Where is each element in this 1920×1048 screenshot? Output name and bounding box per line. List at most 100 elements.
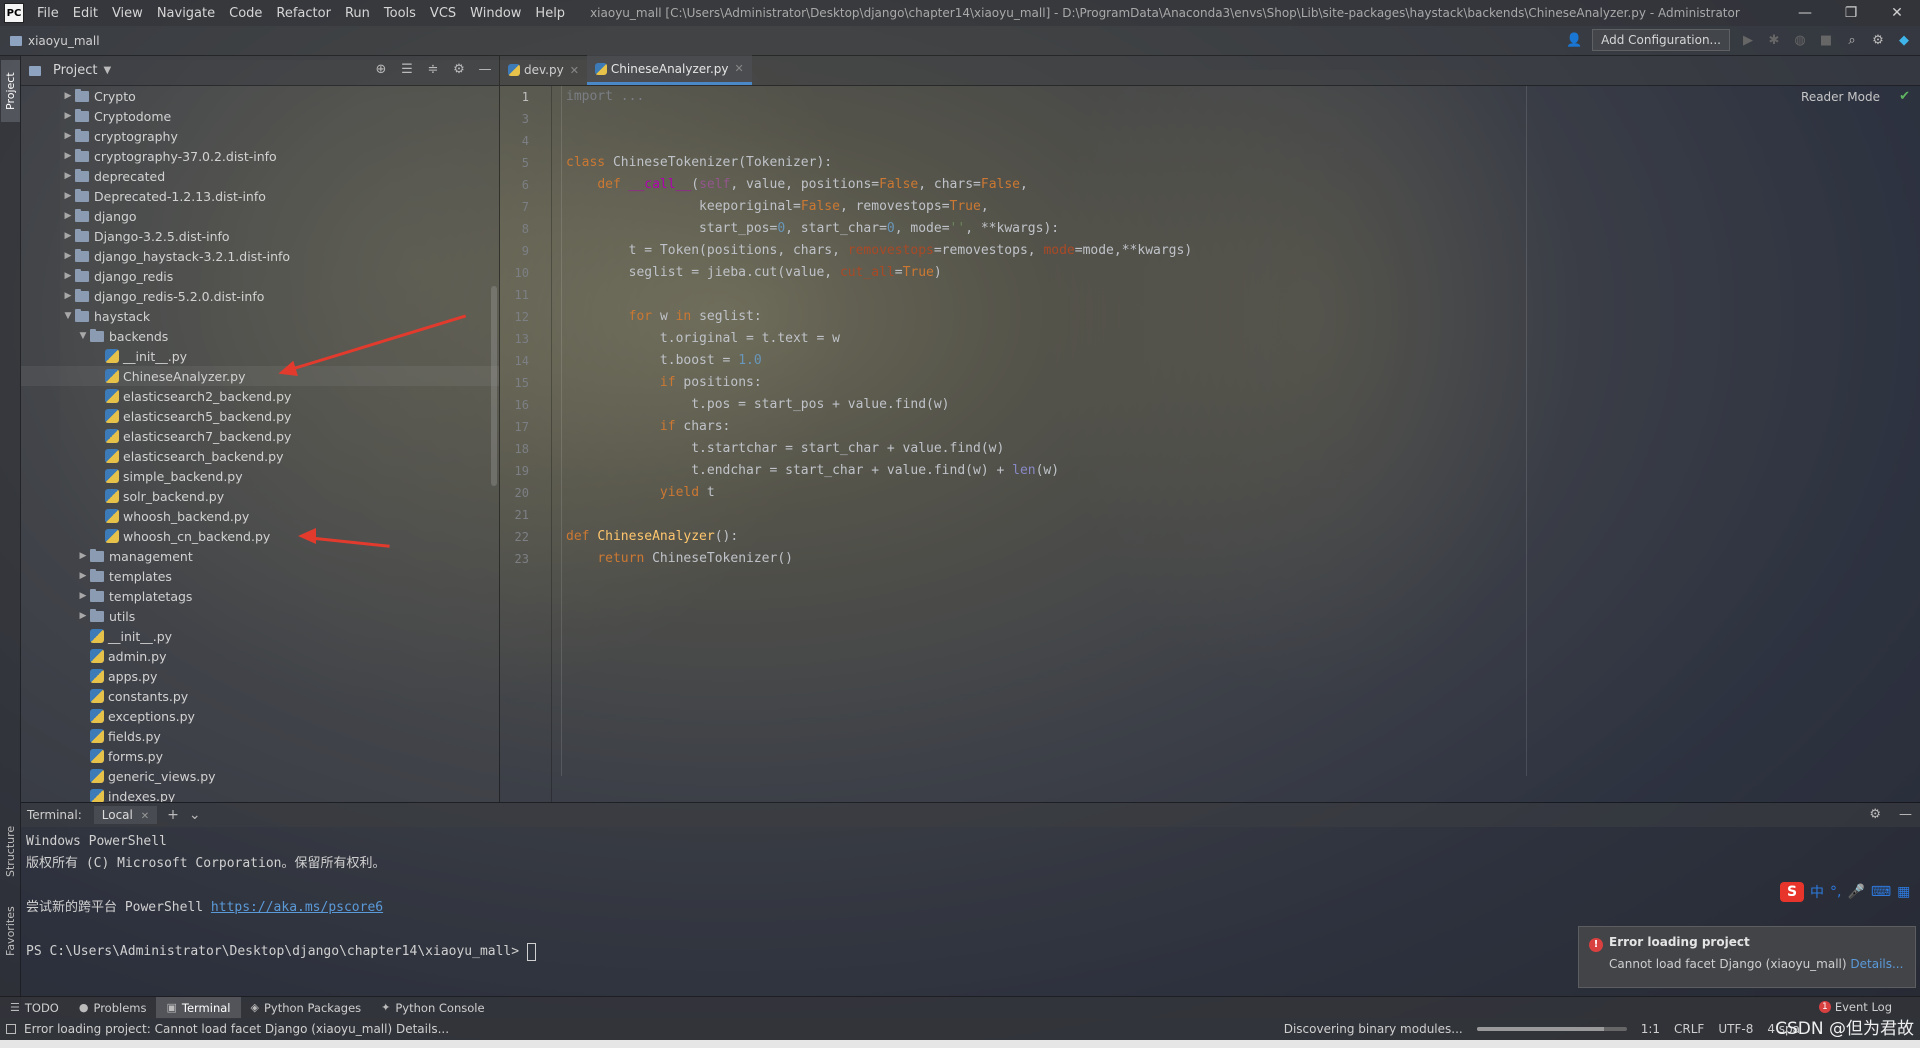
tree-folder[interactable]: ▶ Deprecated-1.2.13.dist-info — [21, 186, 499, 206]
breadcrumb-project[interactable]: xiaoyu_mall — [28, 34, 100, 48]
background-task[interactable]: Discovering binary modules... — [1284, 1022, 1463, 1036]
tree-folder[interactable]: ▶ Django-3.2.5.dist-info — [21, 226, 499, 246]
chevron-down-icon[interactable]: ▼ — [103, 65, 111, 76]
user-icon[interactable]: 👤 — [1566, 33, 1582, 48]
chevron-right-icon[interactable]: ▶ — [61, 271, 75, 281]
close-icon[interactable]: ✕ — [570, 64, 579, 77]
chevron-down-icon[interactable]: ▼ — [61, 311, 75, 321]
tool-window-python-console[interactable]: ✦ Python Console — [371, 997, 494, 1019]
menu-vcs[interactable]: VCS — [423, 6, 463, 21]
tree-folder[interactable]: ▶ django_redis — [21, 266, 499, 286]
microphone-icon[interactable]: 🎤 — [1847, 884, 1864, 900]
tree-folder[interactable]: ▶ templatetags — [21, 586, 499, 606]
menu-run[interactable]: Run — [338, 6, 377, 21]
chevron-right-icon[interactable]: ▶ — [61, 251, 75, 261]
hide-panel-icon[interactable]: — — [477, 62, 493, 77]
chevron-right-icon[interactable]: ▶ — [61, 291, 75, 301]
powershell-link[interactable]: https://aka.ms/pscore6 — [211, 900, 383, 915]
tree-folder[interactable]: ▶ utils — [21, 606, 499, 626]
tree-folder[interactable]: ▶ django_redis-5.2.0.dist-info — [21, 286, 499, 306]
tree-file[interactable]: forms.py — [21, 746, 499, 766]
menu-refactor[interactable]: Refactor — [269, 6, 338, 21]
close-icon[interactable]: ✕ — [141, 811, 149, 822]
settings-gear-icon[interactable]: ⚙ — [1870, 33, 1886, 48]
add-configuration-button[interactable]: Add Configuration... — [1592, 29, 1730, 51]
tree-file[interactable]: elasticsearch2_backend.py — [21, 386, 499, 406]
new-terminal-icon[interactable]: + — [167, 807, 179, 823]
tree-file[interactable]: apps.py — [21, 666, 499, 686]
structure-tool-tab[interactable]: Structure — [1, 816, 20, 886]
tree-file[interactable]: constants.py — [21, 686, 499, 706]
stop-icon[interactable]: ■ — [1818, 33, 1834, 48]
chevron-right-icon[interactable]: ▶ — [61, 171, 75, 181]
caret-position[interactable]: 1:1 — [1641, 1022, 1660, 1036]
breadcrumb[interactable]: xiaoyu_mall — [10, 34, 100, 48]
tree-file[interactable]: indexes.py — [21, 786, 499, 802]
jetbrains-toolbox-icon[interactable]: ◆ — [1896, 33, 1912, 48]
expand-all-icon[interactable]: ☰ — [399, 62, 415, 77]
tree-folder[interactable]: ▶ deprecated — [21, 166, 499, 186]
line-separator[interactable]: CRLF — [1674, 1022, 1704, 1036]
ime-toolbar[interactable]: S 中 °, 🎤 ⌨ ▦ — [1780, 882, 1910, 902]
file-encoding[interactable]: UTF-8 — [1718, 1022, 1753, 1036]
editor-tab[interactable]: ChineseAnalyzer.py ✕ — [586, 55, 752, 85]
collapse-all-icon[interactable]: ≑ — [425, 62, 441, 77]
tool-window-todo[interactable]: ☰ TODO — [0, 997, 69, 1019]
tree-folder[interactable]: ▶ management — [21, 546, 499, 566]
tool-window-python-packages[interactable]: ◈ Python Packages — [241, 997, 372, 1019]
search-icon[interactable]: ⌕ — [1844, 33, 1860, 48]
menu-navigate[interactable]: Navigate — [150, 6, 222, 21]
chevron-down-icon[interactable]: ▼ — [76, 331, 90, 341]
gear-icon[interactable]: ⚙ — [451, 62, 467, 77]
tree-file[interactable]: __init__.py — [21, 346, 499, 366]
gear-icon[interactable]: ⚙ — [1869, 807, 1881, 822]
minimize-button[interactable]: — — [1782, 0, 1828, 26]
debug-icon[interactable]: ✱ — [1766, 33, 1782, 48]
toggle-tool-windows-icon[interactable] — [6, 1024, 16, 1034]
tree-file[interactable]: simple_backend.py — [21, 466, 499, 486]
hide-panel-icon[interactable]: — — [1899, 807, 1912, 822]
chevron-right-icon[interactable]: ▶ — [61, 151, 75, 161]
tree-file[interactable]: __init__.py — [21, 626, 499, 646]
chevron-right-icon[interactable]: ▶ — [61, 131, 75, 141]
tree-folder[interactable]: ▶ django — [21, 206, 499, 226]
tree-folder[interactable]: ▶ cryptography — [21, 126, 499, 146]
chevron-right-icon[interactable]: ▶ — [61, 211, 75, 221]
menu-code[interactable]: Code — [222, 6, 269, 21]
ime-mode-toggle[interactable]: 中 — [1810, 882, 1824, 902]
tree-folder[interactable]: ▶ Crypto — [21, 86, 499, 106]
coverage-icon[interactable]: ◍ — [1792, 33, 1808, 48]
project-tree-scrollbar[interactable] — [491, 286, 497, 486]
locate-file-icon[interactable]: ⊕ — [373, 62, 389, 77]
chevron-right-icon[interactable]: ▶ — [76, 611, 90, 621]
chevron-right-icon[interactable]: ▶ — [76, 551, 90, 561]
favorites-tool-tab[interactable]: Favorites — [1, 896, 20, 966]
menu-file[interactable]: File — [30, 6, 66, 21]
tree-file[interactable]: solr_backend.py — [21, 486, 499, 506]
close-icon[interactable]: ✕ — [735, 62, 744, 75]
tree-file[interactable]: generic_views.py — [21, 766, 499, 786]
sogou-logo-icon[interactable]: S — [1780, 882, 1804, 902]
menu-help[interactable]: Help — [528, 6, 572, 21]
tree-file[interactable]: elasticsearch5_backend.py — [21, 406, 499, 426]
chevron-right-icon[interactable]: ▶ — [61, 91, 75, 101]
menu-window[interactable]: Window — [463, 6, 528, 21]
tree-file[interactable]: whoosh_cn_backend.py — [21, 526, 499, 546]
tree-file[interactable]: fields.py — [21, 726, 499, 746]
close-button[interactable]: ✕ — [1874, 0, 1920, 26]
tree-file[interactable]: exceptions.py — [21, 706, 499, 726]
chevron-right-icon[interactable]: ▶ — [76, 571, 90, 581]
tree-file[interactable]: ChineseAnalyzer.py — [21, 366, 499, 386]
tree-folder[interactable]: ▶ django_haystack-3.2.1.dist-info — [21, 246, 499, 266]
tool-window-problems[interactable]: ● Problems — [69, 997, 157, 1019]
keyboard-icon[interactable]: ⌨ — [1871, 884, 1891, 900]
menu-edit[interactable]: Edit — [66, 6, 105, 21]
code-content[interactable]: import ... class ChineseTokenizer(Tokeniz… — [566, 86, 1766, 570]
tree-file[interactable]: elasticsearch7_backend.py — [21, 426, 499, 446]
chevron-right-icon[interactable]: ▶ — [76, 591, 90, 601]
menu-tools[interactable]: Tools — [377, 6, 423, 21]
terminal-tab-local[interactable]: Local ✕ — [93, 806, 158, 824]
chevron-down-icon[interactable]: ⌄ — [189, 807, 201, 823]
event-log-button[interactable]: 1 Event Log — [1818, 1000, 1892, 1014]
project-tool-tab[interactable]: Project — [1, 60, 20, 122]
